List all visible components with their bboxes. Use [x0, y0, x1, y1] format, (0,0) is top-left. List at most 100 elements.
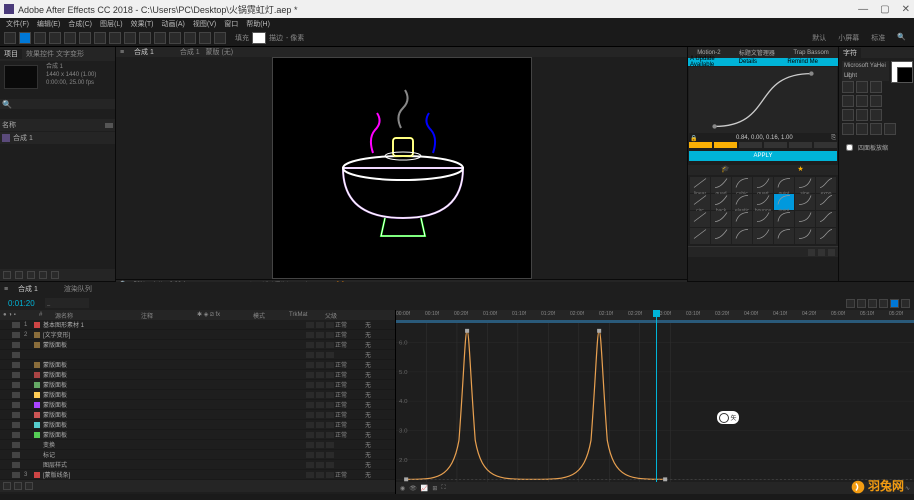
- layer-row[interactable]: 蒙版面板 正常 无: [0, 400, 395, 410]
- layer-switch[interactable]: [306, 432, 314, 438]
- current-time[interactable]: 0:01:20: [4, 297, 39, 310]
- visibility-toggle[interactable]: [12, 472, 20, 478]
- ge-pick-icon[interactable]: ◉: [400, 485, 405, 492]
- layer-switch[interactable]: [326, 322, 334, 328]
- visibility-toggle[interactable]: [12, 432, 20, 438]
- blend-mode[interactable]: 正常: [335, 360, 365, 369]
- parent-link[interactable]: 无: [365, 370, 395, 379]
- layer-color-label[interactable]: [34, 442, 40, 448]
- graph-editor[interactable]: 00:00f00:10f00:20f01:00f01:10f01:20f02:0…: [396, 310, 914, 494]
- eraser-tool[interactable]: [184, 32, 196, 44]
- blend-mode[interactable]: 正常: [335, 410, 365, 419]
- parent-link[interactable]: 无: [365, 340, 395, 349]
- blend-mode[interactable]: 正常: [335, 380, 365, 389]
- ease-preset[interactable]: [753, 228, 773, 244]
- hscale-icon[interactable]: [870, 95, 882, 107]
- visibility-toggle[interactable]: [12, 382, 20, 388]
- ease-preset[interactable]: [816, 211, 836, 227]
- project-thumbnail[interactable]: [4, 65, 38, 89]
- layer-switch[interactable]: [326, 342, 334, 348]
- parent-link[interactable]: 无: [365, 400, 395, 409]
- tsume-icon[interactable]: [856, 109, 868, 121]
- menu-window[interactable]: 窗口: [224, 19, 238, 29]
- tl-switch-icon[interactable]: [879, 299, 888, 308]
- leading-icon[interactable]: [856, 81, 868, 93]
- layer-switch[interactable]: [326, 412, 334, 418]
- hand-tool[interactable]: [34, 32, 46, 44]
- layer-switch[interactable]: [326, 392, 334, 398]
- layer-row[interactable]: 蒙版面板 正常 无: [0, 410, 395, 420]
- workspace-standard[interactable]: 标准: [867, 33, 889, 43]
- layer-switch[interactable]: [306, 332, 314, 338]
- menu-view[interactable]: 视图(V): [193, 19, 216, 29]
- layer-switch[interactable]: [306, 462, 314, 468]
- layer-row[interactable]: 无: [0, 350, 395, 360]
- ge-eye-icon[interactable]: 👁: [409, 485, 417, 492]
- layer-switch[interactable]: [326, 372, 334, 378]
- current-time-indicator[interactable]: [656, 310, 657, 494]
- visibility-toggle[interactable]: [12, 402, 20, 408]
- rotate-tool[interactable]: [64, 32, 76, 44]
- layer-switch[interactable]: [326, 432, 334, 438]
- layer-name[interactable]: 蒙版面板: [43, 360, 305, 369]
- layer-switch[interactable]: [306, 362, 314, 368]
- layer-color-label[interactable]: [34, 382, 40, 388]
- link-icon[interactable]: ⎘: [831, 135, 836, 142]
- ease-preset[interactable]: bounce: [753, 194, 773, 210]
- ease-preset[interactable]: elastic: [732, 194, 752, 210]
- timeline-search[interactable]: [45, 298, 89, 308]
- ease-preset[interactable]: [774, 228, 794, 244]
- menu-effect[interactable]: 效果(T): [131, 19, 154, 29]
- menu-layer[interactable]: 图层(L): [100, 19, 123, 29]
- ge-snap-icon[interactable]: ⊞: [432, 485, 437, 492]
- layer-color-label[interactable]: [34, 372, 40, 378]
- layer-switch[interactable]: [316, 452, 324, 458]
- parent-link[interactable]: 无: [365, 450, 395, 459]
- ease-curve-editor[interactable]: [689, 67, 837, 133]
- ease-tab-title[interactable]: 标题文管理器: [739, 48, 775, 57]
- blend-mode[interactable]: 正常: [335, 470, 365, 479]
- layer-color-label[interactable]: [34, 342, 40, 348]
- layer-switch[interactable]: [326, 362, 334, 368]
- stamp-tool[interactable]: [169, 32, 181, 44]
- layer-row[interactable]: 2 [文字变形] 正常 无: [0, 330, 395, 340]
- annotation-bubble[interactable]: 矢: [717, 411, 739, 424]
- layer-name[interactable]: 标记: [43, 450, 305, 459]
- ease-preset[interactable]: [732, 228, 752, 244]
- timeline-tab[interactable]: 合成 1: [12, 284, 44, 294]
- ease-preset[interactable]: [795, 211, 815, 227]
- layer-color-label[interactable]: [34, 452, 40, 458]
- blend-mode[interactable]: 正常: [335, 370, 365, 379]
- layer-row[interactable]: 3 [蒙版线条] 正常 无: [0, 470, 395, 480]
- ge-fit-icon[interactable]: ⛶: [441, 485, 445, 492]
- bold-icon[interactable]: [842, 123, 854, 135]
- layer-name[interactable]: 图层样式: [43, 460, 305, 469]
- parent-link[interactable]: 无: [365, 390, 395, 399]
- layer-switch[interactable]: [306, 352, 314, 358]
- close-button[interactable]: ✕: [902, 4, 910, 15]
- layer-switch[interactable]: [316, 322, 324, 328]
- ease-preset[interactable]: [711, 211, 731, 227]
- zoom-tool[interactable]: [49, 32, 61, 44]
- ease-preset[interactable]: [732, 211, 752, 227]
- caps-icon[interactable]: [870, 123, 882, 135]
- search-help-icon[interactable]: 🔍: [893, 33, 910, 43]
- ease-save-icon[interactable]: [808, 249, 815, 256]
- ease-preset[interactable]: quart: [753, 177, 773, 193]
- layer-switch[interactable]: [326, 462, 334, 468]
- selection-tool[interactable]: [19, 32, 31, 44]
- layer-name[interactable]: 蒙版面板: [43, 370, 305, 379]
- vscale-icon[interactable]: [856, 95, 868, 107]
- camera-tool[interactable]: [79, 32, 91, 44]
- ease-preset[interactable]: [816, 228, 836, 244]
- layer-color-label[interactable]: [34, 392, 40, 398]
- search-icon[interactable]: 🔍: [2, 100, 12, 109]
- layer-row[interactable]: 蒙版面板 正常 无: [0, 380, 395, 390]
- visibility-toggle[interactable]: [12, 422, 20, 428]
- text-tool[interactable]: [139, 32, 151, 44]
- ease-values[interactable]: 0.84, 0.00, 0.16, 1.00: [697, 134, 831, 142]
- layer-row[interactable]: 蒙版面板 正常 无: [0, 420, 395, 430]
- layer-switch[interactable]: [306, 372, 314, 378]
- layer-switch[interactable]: [326, 452, 334, 458]
- menu-file[interactable]: 文件(F): [6, 19, 29, 29]
